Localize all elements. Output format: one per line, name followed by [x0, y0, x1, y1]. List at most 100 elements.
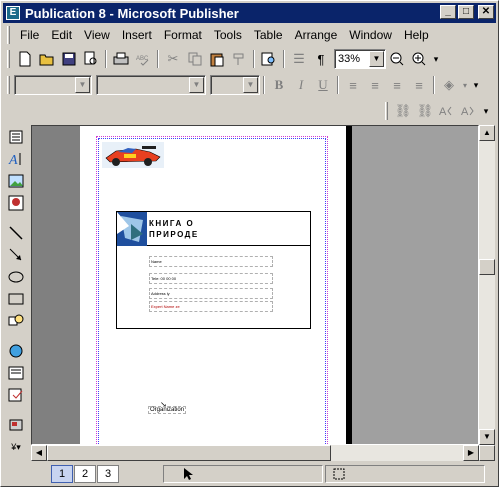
print-icon[interactable] — [110, 49, 132, 69]
standard-toolbar: ABC ✂ ☰ ¶ 33% ▼ ▾ — [3, 47, 442, 71]
text-box-icon[interactable]: A — [5, 149, 27, 169]
publisher-app-icon[interactable]: E — [5, 5, 21, 21]
vertical-scrollbar[interactable]: ▲ ▼ — [479, 125, 495, 445]
style-combo[interactable]: ▼ — [14, 75, 92, 95]
open-icon[interactable] — [36, 49, 58, 69]
picture-frame-icon[interactable] — [5, 171, 27, 191]
form-control-icon[interactable] — [5, 363, 27, 383]
cut-icon[interactable]: ✂ — [162, 49, 184, 69]
style-dropdown-icon[interactable]: ▼ — [75, 77, 90, 93]
zoom-out-icon[interactable] — [386, 49, 408, 69]
menu-edit[interactable]: Edit — [45, 26, 78, 44]
title-bar[interactable]: E Publication 8 - Microsoft Publisher _ … — [3, 3, 496, 23]
page-tab-3[interactable]: 3 — [97, 465, 119, 483]
scroll-right-icon[interactable]: ▶ — [463, 445, 479, 461]
scroll-left-icon[interactable]: ◀ — [31, 445, 47, 461]
book-info-box[interactable]: КНИГА О ПРИРОДЕ Name Tele: 00 00 00 Addr… — [116, 211, 311, 329]
horizontal-scroll-thumb[interactable] — [47, 445, 331, 461]
font-combo[interactable]: ▼ — [96, 75, 206, 95]
menu-bar: File Edit View Insert Format Tools Table… — [3, 25, 496, 45]
html-fragment-icon[interactable] — [5, 385, 27, 405]
horizontal-scrollbar[interactable]: ◀ ▶ — [31, 445, 479, 461]
publisher-window: E Publication 8 - Microsoft Publisher _ … — [0, 0, 499, 487]
toolbar-options-icon[interactable]: ▾ — [470, 75, 482, 95]
address-field[interactable]: Address ly — [149, 288, 273, 299]
scroll-down-icon[interactable]: ▼ — [479, 429, 495, 445]
minimize-button[interactable]: _ — [440, 5, 456, 19]
clip-art-icon[interactable] — [5, 193, 27, 213]
menu-tools[interactable]: Tools — [208, 26, 248, 44]
columns-icon[interactable]: ☰ — [288, 49, 310, 69]
toolbar-separator — [283, 50, 285, 68]
justify-icon[interactable]: ≡ — [408, 75, 430, 95]
font-dropdown-icon[interactable]: ▼ — [189, 77, 204, 93]
zoom-value: 33% — [338, 53, 361, 65]
race-car-image[interactable] — [102, 142, 164, 168]
bold-icon[interactable]: B — [268, 75, 290, 95]
design-gallery-icon[interactable] — [5, 415, 27, 435]
font-size-combo[interactable]: ▼ — [210, 75, 260, 95]
menu-file[interactable]: File — [14, 26, 45, 44]
name-field[interactable]: Name — [149, 256, 273, 267]
fill-color-dropdown-icon[interactable]: ▾ — [460, 75, 470, 95]
next-text-box-icon[interactable]: A — [458, 101, 480, 121]
underline-icon[interactable]: U — [312, 75, 334, 95]
align-left-icon[interactable]: ≡ — [342, 75, 364, 95]
hot-spot-icon[interactable] — [5, 341, 27, 361]
toolbar-grip[interactable] — [7, 76, 10, 94]
preview-icon[interactable] — [258, 49, 280, 69]
toolbar-grip[interactable] — [385, 102, 388, 120]
menu-insert[interactable]: Insert — [116, 26, 158, 44]
new-icon[interactable] — [14, 49, 36, 69]
toolbar-grip[interactable] — [7, 50, 10, 68]
align-center-icon[interactable]: ≡ — [364, 75, 386, 95]
more-tools-icon[interactable]: ¥▾ — [5, 437, 27, 457]
maximize-button[interactable]: □ — [458, 5, 474, 19]
line-tool-icon[interactable] — [5, 223, 27, 243]
font-size-dropdown-icon[interactable]: ▼ — [243, 77, 258, 93]
toolbar-options-icon[interactable]: ▾ — [480, 101, 492, 121]
paste-icon[interactable] — [206, 49, 228, 69]
select-objects-icon[interactable] — [5, 127, 27, 147]
page-tab-2[interactable]: 2 — [74, 465, 96, 483]
search-file-icon[interactable] — [80, 49, 102, 69]
scroll-up-icon[interactable]: ▲ — [479, 125, 495, 141]
rectangle-tool-icon[interactable] — [5, 289, 27, 309]
pilcrow-icon[interactable]: ¶ — [310, 49, 332, 69]
svg-text:A: A — [439, 106, 447, 118]
format-painter-icon[interactable] — [228, 49, 250, 69]
expert-field[interactable]: Expert Name ze — [149, 301, 273, 312]
zoom-in-icon[interactable] — [408, 49, 430, 69]
italic-icon[interactable]: I — [290, 75, 312, 95]
link-text-box-icon[interactable]: ⛓ — [392, 101, 414, 121]
publication-page[interactable]: КНИГА О ПРИРОДЕ Name Tele: 00 00 00 Addr… — [80, 126, 346, 444]
autoshapes-icon[interactable] — [5, 311, 27, 331]
spelling-icon[interactable]: ABC — [132, 49, 154, 69]
fill-color-icon[interactable]: ◈ — [438, 75, 460, 95]
menu-arrange[interactable]: Arrange — [289, 26, 344, 44]
close-button[interactable]: ✕ — [478, 5, 494, 19]
toolbar-separator — [433, 76, 435, 94]
menu-view[interactable]: View — [78, 26, 116, 44]
toolbar-options-icon[interactable]: ▾ — [430, 49, 442, 69]
page-tab-1[interactable]: 1 — [51, 465, 73, 483]
organization-text[interactable]: Organization — [148, 406, 187, 414]
align-right-icon[interactable]: ≡ — [386, 75, 408, 95]
unlink-text-box-icon[interactable]: ⛓ — [414, 101, 436, 121]
vertical-scroll-thumb[interactable] — [479, 259, 495, 275]
menu-table[interactable]: Table — [248, 26, 289, 44]
copy-icon[interactable] — [184, 49, 206, 69]
save-icon[interactable] — [58, 49, 80, 69]
phone-field[interactable]: Tele: 00 00 00 — [149, 273, 273, 284]
zoom-combo[interactable]: 33% ▼ — [334, 49, 386, 69]
document-workspace[interactable]: КНИГА О ПРИРОДЕ Name Tele: 00 00 00 Addr… — [31, 125, 479, 445]
zoom-dropdown-icon[interactable]: ▼ — [369, 51, 384, 67]
menu-window[interactable]: Window — [343, 26, 398, 44]
oval-tool-icon[interactable] — [5, 267, 27, 287]
menu-format[interactable]: Format — [158, 26, 208, 44]
menu-help[interactable]: Help — [398, 26, 435, 44]
menu-grip[interactable] — [7, 26, 10, 44]
arrow-tool-icon[interactable] — [5, 245, 27, 265]
status-bar: 1 2 3 — [3, 463, 496, 485]
previous-text-box-icon[interactable]: A — [436, 101, 458, 121]
